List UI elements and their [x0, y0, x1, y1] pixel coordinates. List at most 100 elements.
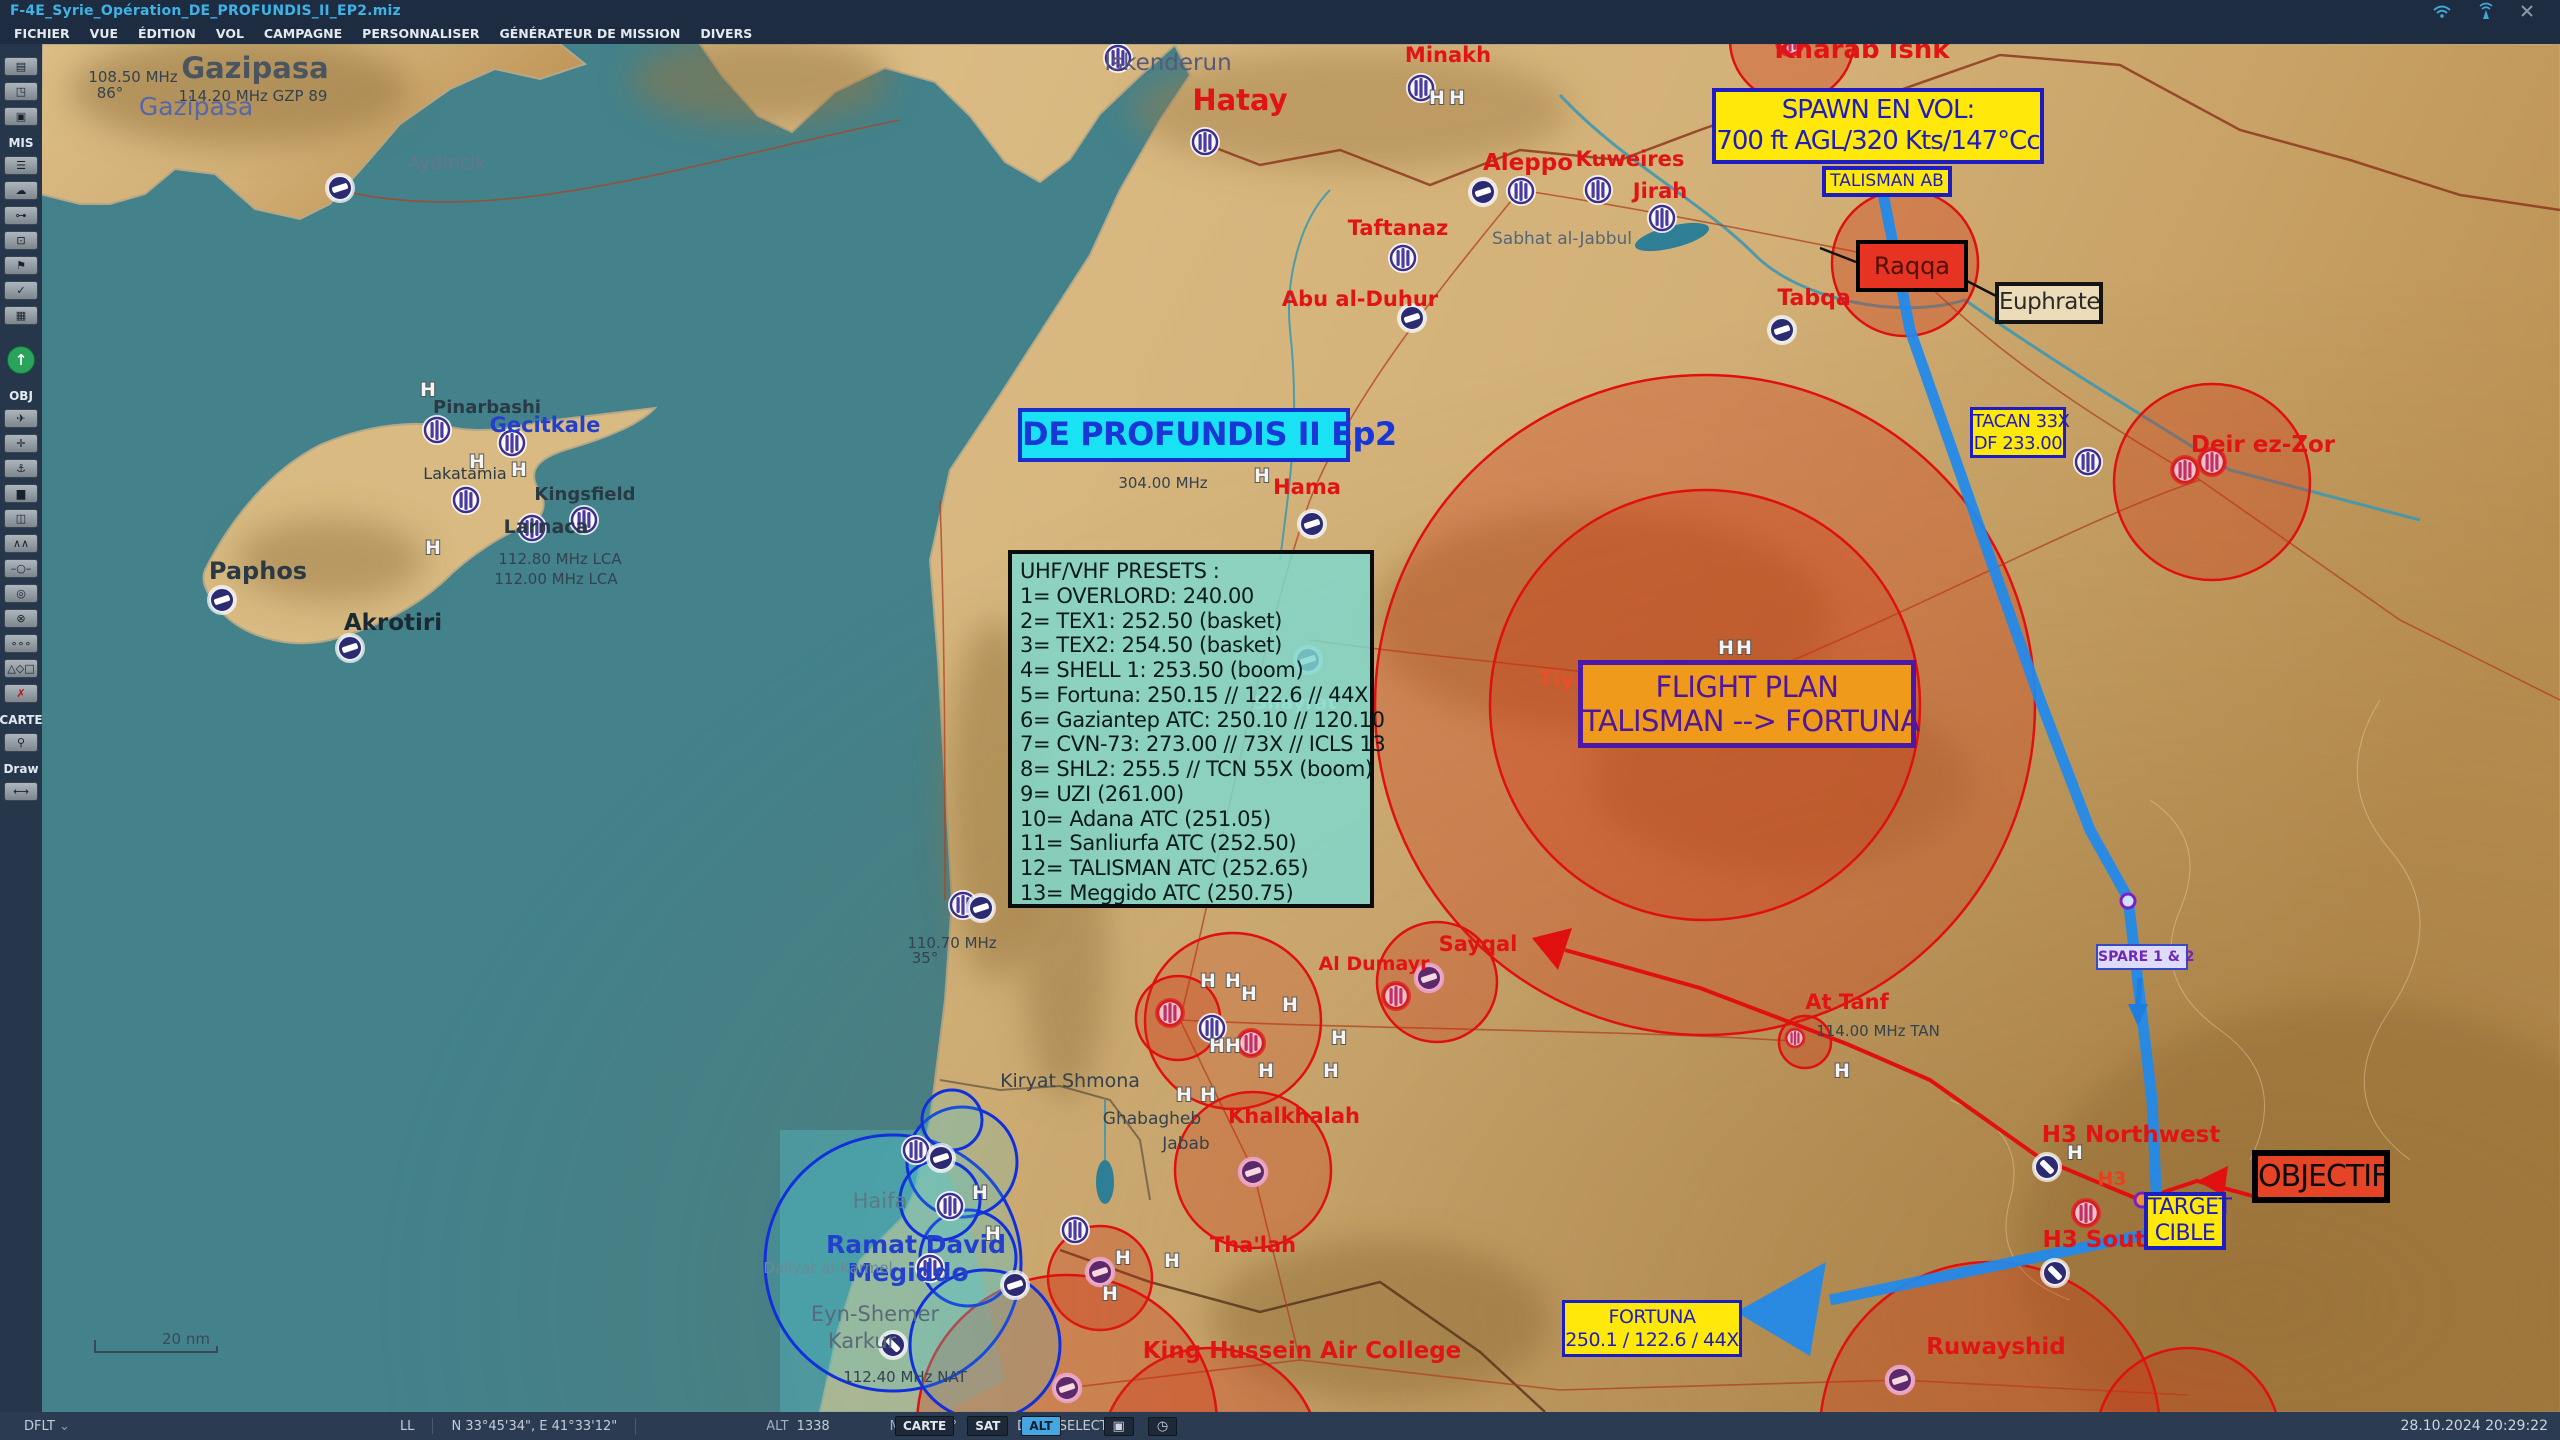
- add-fortification-button[interactable]: ∧∧: [4, 534, 38, 553]
- map-key-button[interactable]: ⚲: [4, 733, 38, 752]
- airfield-icon-open[interactable]: [452, 486, 480, 514]
- airfield-icon-open[interactable]: [936, 1192, 964, 1220]
- zones-button[interactable]: ∘∘∘: [4, 634, 38, 653]
- weather-button[interactable]: ☁: [4, 181, 38, 200]
- target-callout-line: CIBLE: [2148, 1221, 2222, 1247]
- menu-item-2[interactable]: ÉDITION: [138, 26, 196, 41]
- airfield-icon-closed[interactable]: [927, 1144, 955, 1172]
- airfield-icon-closed[interactable]: [336, 634, 364, 662]
- map-label: At Tanf: [1805, 990, 1889, 1014]
- airfield-icon-open[interactable]: [1507, 177, 1535, 205]
- menu-item-3[interactable]: VOL: [216, 26, 244, 41]
- menu-item-1[interactable]: VUE: [90, 26, 118, 41]
- shapes-button[interactable]: △◇□: [4, 659, 38, 678]
- toolbar-sidebar: ▤◳▣MIS☰☁⊶⊡⚑✓▦↑OBJ✈✛⚓▆◫∧∧–○–◎⊗∘∘∘△◇□✗CART…: [0, 44, 42, 1412]
- airfield-icon-closedpink[interactable]: [1239, 1158, 1267, 1186]
- measure-button[interactable]: ⟷: [4, 782, 38, 801]
- airfield-icon-closed[interactable]: [1001, 1271, 1029, 1299]
- airfield-icon-enemy[interactable]: [2171, 456, 2199, 484]
- airfield-icon-enemy[interactable]: [1785, 1028, 1805, 1048]
- airfield-icon-closeddiag[interactable]: [2033, 1153, 2061, 1181]
- map-label: Kiryat Shmona: [1000, 1070, 1140, 1092]
- airfield-icon-open[interactable]: [1584, 176, 1612, 204]
- add-ship-button[interactable]: ⚓: [4, 459, 38, 478]
- close-icon[interactable]: [2520, 4, 2534, 18]
- new-mission-button[interactable]: ▤: [4, 57, 38, 76]
- restricted-zone-button[interactable]: ⊗: [4, 609, 38, 628]
- map-label: Ruwayshid: [1926, 1334, 2066, 1360]
- airfield-icon-closeddiag[interactable]: [2041, 1259, 2069, 1287]
- add-static-button[interactable]: ◫: [4, 509, 38, 528]
- helipad-icon: H: [1241, 983, 1257, 1005]
- friendly-ring: [922, 1090, 982, 1150]
- airfield-icon-open[interactable]: [1648, 204, 1676, 232]
- mission-title-line: DE PROFUNDIS II Ep2: [1022, 416, 1346, 454]
- menu-item-0[interactable]: FICHIER: [14, 26, 70, 41]
- route-tool-button[interactable]: –○–: [4, 559, 38, 578]
- helipad-icon: H: [425, 537, 441, 559]
- waypoint-marker[interactable]: [2121, 894, 2135, 908]
- menu-item-6[interactable]: GÉNÉRATEUR DE MISSION: [500, 26, 681, 41]
- menu-item-4[interactable]: CAMPAGNE: [264, 26, 342, 41]
- map-label: Daliyat al-Karmel: [763, 1259, 892, 1277]
- airfield-icon-closedpink[interactable]: [1886, 1366, 1914, 1394]
- airfield-icon-closed[interactable]: [1469, 178, 1497, 206]
- airfield-icon-closed[interactable]: [208, 586, 236, 614]
- navaid-frequency-label: 304.00 MHz: [1118, 474, 1207, 492]
- airfield-icon-open[interactable]: [902, 1136, 930, 1164]
- helipad-icon: H: [1176, 1084, 1192, 1106]
- airfield-icon-closedpink[interactable]: [1053, 1374, 1081, 1402]
- menu-item-7[interactable]: DIVERS: [700, 26, 752, 41]
- spare-callout: SPARE 1 & 2: [2096, 944, 2188, 970]
- briefing-button[interactable]: ☰: [4, 156, 38, 175]
- airfield-icon-enemy[interactable]: [1156, 999, 1184, 1027]
- airfield-icon-open[interactable]: [1191, 128, 1219, 156]
- add-vehicle-button[interactable]: ▆: [4, 484, 38, 503]
- map-label: Ramat David: [826, 1230, 1006, 1259]
- airfield-icon-closed[interactable]: [1768, 316, 1796, 344]
- fly-mission-button[interactable]: ↑: [7, 346, 35, 374]
- save-mission-button[interactable]: ▣: [4, 107, 38, 126]
- flags-button[interactable]: ⚑: [4, 256, 38, 275]
- profile-selector[interactable]: DFLT ⌄: [24, 1419, 70, 1434]
- airfield-icon-open[interactable]: [1061, 1216, 1089, 1244]
- coord-mode-label[interactable]: LL: [400, 1419, 415, 1434]
- airfield-icon-closed[interactable]: [326, 174, 354, 202]
- layer-toggle-sat[interactable]: SAT: [967, 1416, 1008, 1436]
- bullseye-button[interactable]: ◎: [4, 584, 38, 603]
- delete-button[interactable]: ✗: [4, 684, 38, 703]
- map-label: Sabhat al-Jabbul: [1492, 229, 1632, 249]
- airfield-icon-enemy[interactable]: [2072, 1199, 2100, 1227]
- layer-toggle-carte[interactable]: CARTE: [895, 1416, 954, 1436]
- presets-panel-line: 11= Sanliurfa ATC (252.50): [1020, 831, 1362, 856]
- layer-toggle-alt[interactable]: ALT: [1021, 1416, 1060, 1436]
- airfield-icon-closed[interactable]: [967, 894, 995, 922]
- airfield-icon-closed[interactable]: [1298, 510, 1326, 538]
- add-aircraft-button[interactable]: ✈: [4, 409, 38, 428]
- sidebar-section-obj: OBJ: [9, 389, 33, 403]
- modules-button[interactable]: ▦: [4, 306, 38, 325]
- open-mission-button[interactable]: ◳: [4, 82, 38, 101]
- airfield-icon-open[interactable]: [2074, 448, 2102, 476]
- validate-button[interactable]: ✓: [4, 281, 38, 300]
- airfield-icon-enemy[interactable]: [1382, 982, 1410, 1010]
- mission-editor-window: F-4E_Syrie_Opération_DE_PROFUNDIS_II_EP2…: [0, 0, 2560, 1440]
- sidebar-section-mis: MIS: [8, 136, 33, 150]
- talisman-ab-label: TALISMAN AB: [1822, 166, 1952, 197]
- triggers-button[interactable]: ⊶: [4, 206, 38, 225]
- airfield-icon-closedpink[interactable]: [1086, 1258, 1114, 1286]
- spawn-callout-line: 700 ft AGL/320 Kts/147°Cc: [1716, 126, 2040, 157]
- helipad-icon: H: [1834, 1060, 1850, 1082]
- ground-units-toggle[interactable]: ▣: [1104, 1417, 1134, 1436]
- spare-arrow-line: [2138, 978, 2140, 1008]
- menu-item-5[interactable]: PERSONNALISER: [362, 26, 479, 41]
- map-label: Al Dumayr: [1319, 953, 1431, 975]
- alt-value: 1338: [797, 1419, 830, 1434]
- airfield-icon-open[interactable]: [1389, 244, 1417, 272]
- add-helicopter-button[interactable]: ✛: [4, 434, 38, 453]
- airfield-icon-open[interactable]: [423, 416, 451, 444]
- clock-toggle[interactable]: ◷: [1148, 1417, 1177, 1436]
- airfield-icon-enemy[interactable]: [1237, 1029, 1265, 1057]
- goals-button[interactable]: ⊡: [4, 231, 38, 250]
- map-label: Ghabagheb: [1103, 1109, 1201, 1129]
